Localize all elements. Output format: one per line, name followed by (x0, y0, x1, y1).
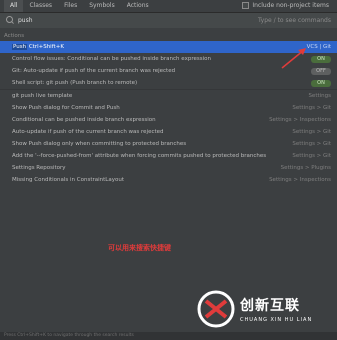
result-meta: Settings > Git (292, 153, 331, 159)
result-shortcut: Ctrl+Shift+K (28, 44, 64, 50)
result-label: Git: Auto-update if push of the current … (12, 68, 176, 74)
result-meta: Settings > Git (292, 141, 331, 147)
result-label: Show Push dialog only when committing to… (12, 141, 187, 147)
result-label: git push live template (12, 93, 73, 99)
result-row[interactable]: Add the '--force-pushed-from' attribute … (0, 150, 337, 162)
tab-all[interactable]: All (4, 0, 24, 12)
include-non-project-checkbox[interactable] (242, 2, 250, 9)
search-everywhere-popup: All Classes Files Symbols Actions Includ… (0, 0, 337, 340)
option-toggle[interactable]: ON (311, 55, 331, 63)
result-label: Show Push dialog for Commit and Push (12, 105, 120, 111)
result-row[interactable]: Show Push dialog for Commit and Push Set… (0, 102, 337, 114)
result-label: Push Ctrl+Shift+K (12, 44, 64, 50)
result-label: Missing Conditionals in ConstraintLayout (12, 177, 124, 183)
result-meta: Settings > Inspections (269, 117, 331, 123)
annotation-text: 可以用来搜索快捷键 (108, 244, 171, 252)
status-footer: Press Ctrl+Shift+K to navigate through t… (0, 332, 337, 340)
tab-classes[interactable]: Classes (23, 0, 58, 12)
result-meta: Settings > Git (292, 129, 331, 135)
group-header-actions: Actions (4, 33, 25, 39)
annotation-arrow (281, 48, 306, 69)
result-label: Shell script: git push (Push branch to r… (12, 80, 138, 86)
watermark: 创新互联 CHUANG XIN HU LIAN (196, 285, 337, 333)
search-icon (4, 14, 18, 28)
result-label: Settings Repository (12, 165, 66, 171)
watermark-logo-icon (197, 290, 235, 328)
result-row[interactable]: Missing Conditionals in ConstraintLayout… (0, 174, 337, 186)
watermark-en: CHUANG XIN HU LIAN (240, 317, 313, 323)
watermark-cn: 创新互联 (240, 298, 300, 314)
tab-files[interactable]: Files (58, 0, 83, 12)
result-label: Control flow issues: Conditional can be … (12, 56, 211, 62)
result-keyword: Push (12, 44, 28, 50)
result-row[interactable]: Settings Repository Settings > Plugins (0, 162, 337, 174)
result-meta: Settings (308, 93, 331, 99)
search-hint: Type / to see commands (257, 17, 331, 24)
include-non-project-toggle[interactable]: Include non-project items (242, 2, 329, 9)
result-row[interactable]: Conditional can be pushed inside branch … (0, 114, 337, 126)
result-meta: Settings > Inspections (269, 177, 331, 183)
include-non-project-label: Include non-project items (252, 2, 329, 9)
result-label: Conditional can be pushed inside branch … (12, 117, 156, 123)
search-bar: Type / to see commands (0, 12, 337, 28)
option-toggle[interactable]: OFF (311, 67, 331, 75)
watermark-text: 创新互联 CHUANG XIN HU LIAN (240, 295, 312, 323)
tab-symbols[interactable]: Symbols (83, 0, 120, 12)
option-toggle[interactable]: ON (311, 79, 331, 87)
result-meta: VCS | Git (306, 44, 331, 50)
search-input[interactable] (18, 17, 218, 24)
result-label: Add the '--force-pushed-from' attribute … (12, 153, 267, 159)
tab-actions[interactable]: Actions (121, 0, 155, 12)
result-row[interactable]: Show Push dialog only when committing to… (0, 138, 337, 150)
tab-bar: All Classes Files Symbols Actions Includ… (0, 0, 337, 12)
result-row[interactable]: git push live template Settings (0, 90, 337, 102)
result-row[interactable]: Shell script: git push (Push branch to r… (0, 77, 337, 89)
result-meta: Settings > Plugins (280, 165, 331, 171)
result-meta: Settings > Git (292, 105, 331, 111)
result-row[interactable]: Auto-update if push of the current branc… (0, 126, 337, 138)
result-label: Auto-update if push of the current branc… (12, 129, 164, 135)
